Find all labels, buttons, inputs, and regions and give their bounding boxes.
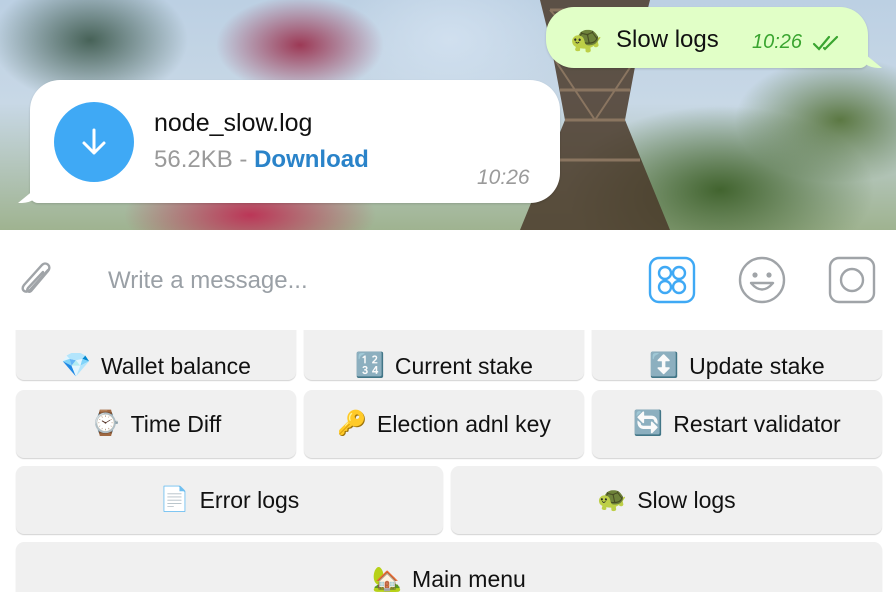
restart-validator-button[interactable]: 🔄 Restart validator bbox=[592, 390, 882, 458]
paperclip-icon[interactable] bbox=[14, 256, 58, 306]
button-label: Error logs bbox=[199, 486, 300, 513]
up-down-arrow-icon: ↕️ bbox=[649, 352, 680, 379]
outgoing-message-bubble: 🐢 Slow logs 10:26 bbox=[546, 7, 868, 68]
button-label: Update stake bbox=[689, 352, 825, 379]
main-menu-button[interactable]: 🏡 Main menu bbox=[16, 542, 882, 592]
download-button[interactable] bbox=[54, 102, 134, 182]
watch-icon: ⌚ bbox=[90, 410, 121, 437]
gem-icon: 💎 bbox=[61, 352, 91, 379]
button-label: Wallet balance bbox=[100, 352, 251, 379]
download-arrow-icon bbox=[82, 128, 106, 155]
message-input[interactable] bbox=[96, 258, 616, 304]
bot-reply-keyboard: 💎 Wallet balance 🔢 Current stake ↕️ Upda… bbox=[0, 330, 896, 592]
current-stake-button[interactable]: 🔢 Current stake bbox=[304, 330, 584, 380]
key-icon: 🔑 bbox=[337, 410, 367, 437]
file-meta: 56.2KB - Download bbox=[154, 145, 369, 175]
error-logs-button[interactable]: 📄 Error logs bbox=[16, 466, 443, 534]
wallet-balance-button[interactable]: 💎 Wallet balance bbox=[16, 330, 296, 380]
double-check-icon bbox=[812, 35, 839, 51]
message-text: Slow logs bbox=[616, 26, 719, 53]
camera-icon[interactable] bbox=[828, 256, 876, 304]
message-time: 10:26 bbox=[752, 31, 803, 53]
incoming-file-bubble: node_slow.log 56.2KB - Download 10:26 bbox=[30, 80, 560, 203]
button-label: Slow logs bbox=[637, 486, 736, 513]
refresh-icon: 🔄 bbox=[633, 410, 664, 437]
election-adnl-key-button[interactable]: 🔑 Election adnl key bbox=[304, 390, 584, 458]
house-icon: 🏡 bbox=[372, 566, 403, 592]
message-time: 10:26 bbox=[477, 166, 530, 189]
smiley-icon[interactable] bbox=[738, 256, 786, 304]
button-label: Election adnl key bbox=[377, 410, 551, 437]
download-link[interactable]: Download bbox=[254, 146, 369, 173]
file-name: node_slow.log bbox=[154, 109, 313, 137]
update-stake-button[interactable]: ↕️ Update stake bbox=[592, 330, 882, 380]
button-label: Current stake bbox=[394, 352, 533, 379]
button-label: Time Diff bbox=[130, 410, 222, 437]
time-diff-button[interactable]: ⌚ Time Diff bbox=[16, 390, 296, 458]
button-label: Restart validator bbox=[673, 410, 841, 437]
slow-logs-button[interactable]: 🐢 Slow logs bbox=[451, 466, 882, 534]
numbers-icon: 🔢 bbox=[355, 352, 385, 379]
bot-keyboard-icon[interactable] bbox=[648, 256, 696, 304]
meta-separator: - bbox=[239, 146, 248, 173]
file-size: 56.2KB bbox=[154, 146, 233, 173]
turtle-emoji: 🐢 bbox=[570, 24, 603, 54]
document-icon: 📄 bbox=[159, 486, 190, 513]
turtle-icon: 🐢 bbox=[597, 486, 628, 513]
button-label: Main menu bbox=[412, 566, 526, 592]
